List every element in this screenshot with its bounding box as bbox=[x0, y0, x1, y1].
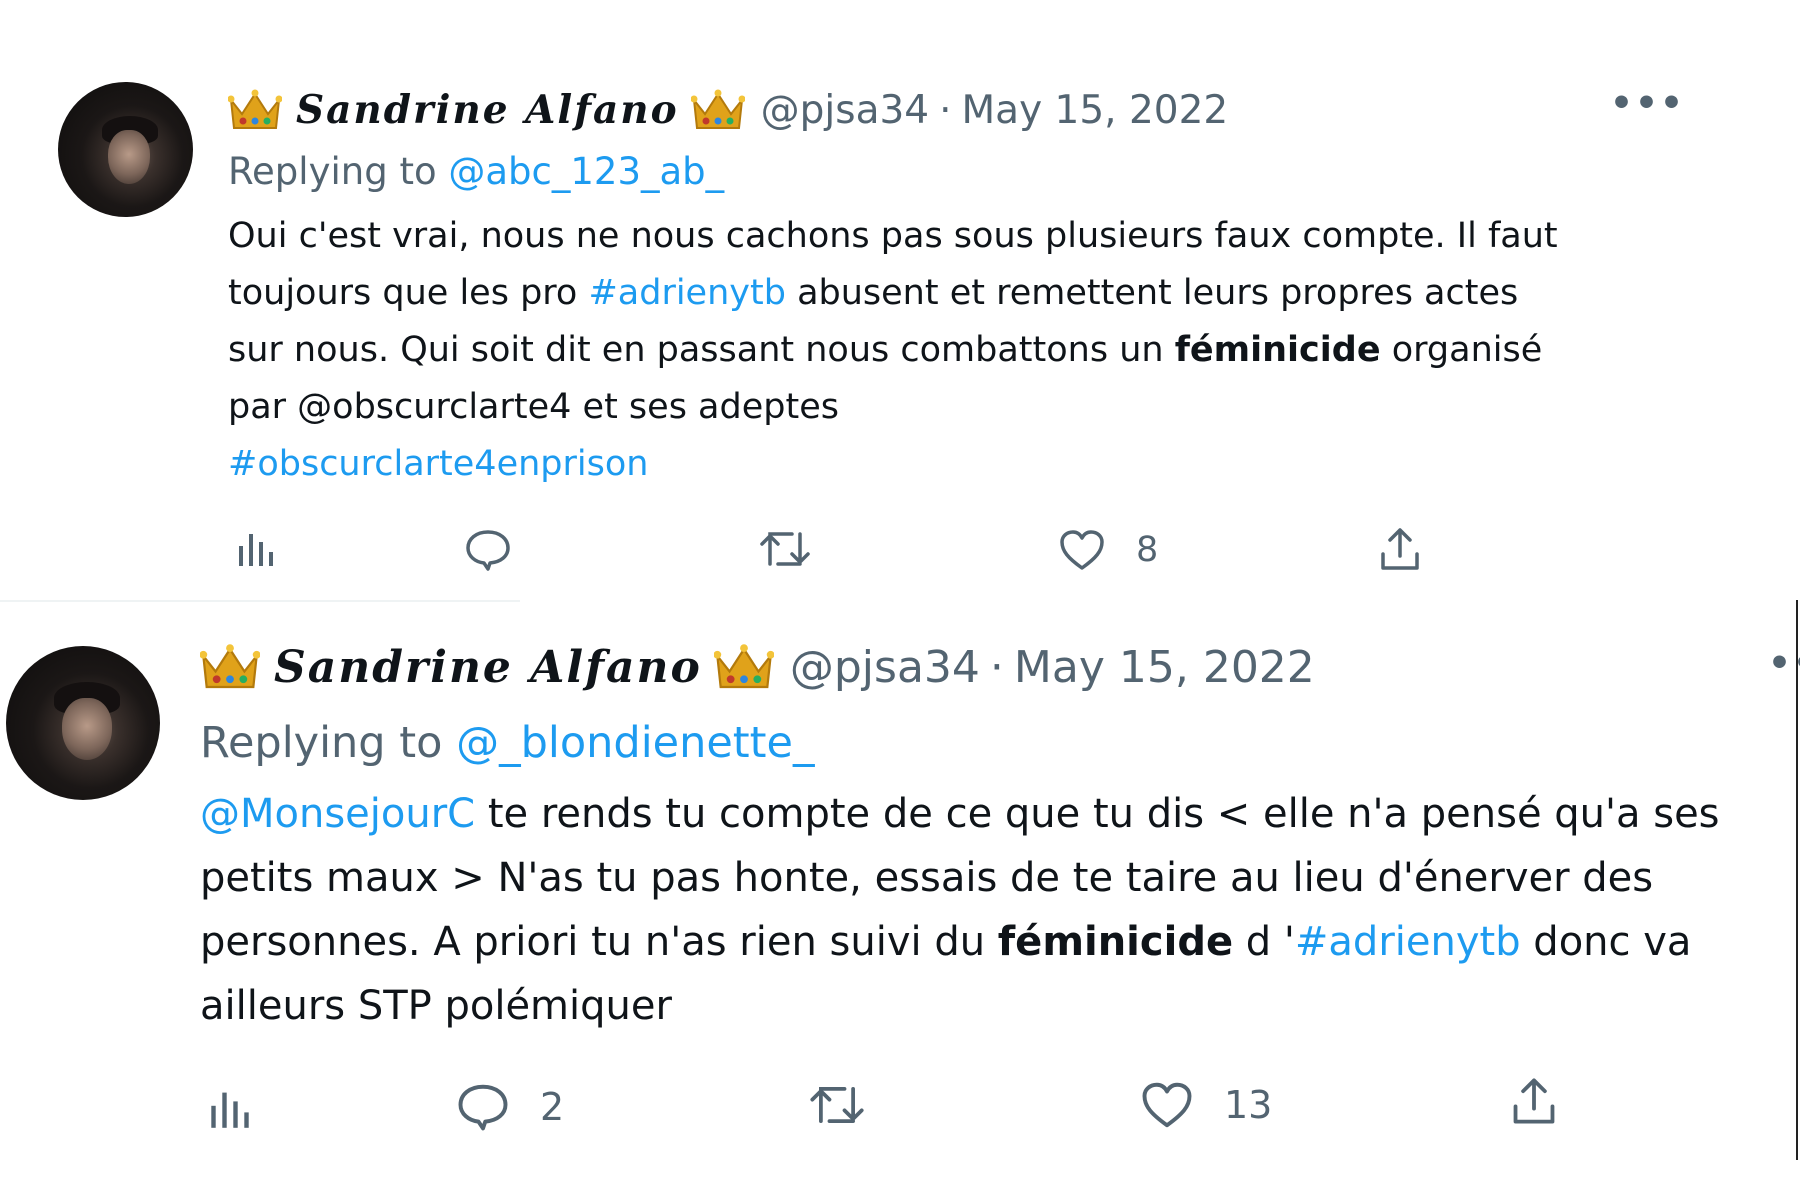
hashtag-link[interactable]: #adrienytb bbox=[1295, 919, 1521, 965]
tweet-text-line: petits maux > N'as tu pas honte, essais … bbox=[200, 855, 1654, 901]
hashtag-link[interactable]: #adrienytb bbox=[588, 273, 785, 313]
crown-emoji-icon bbox=[200, 642, 260, 692]
bold-text: féminicide bbox=[997, 919, 1234, 965]
replying-to-line: Replying to @abc_123_ab_ bbox=[228, 150, 724, 193]
crown-emoji-icon bbox=[713, 642, 774, 692]
tweet-card[interactable]: Sandrine Alfano @pjsa34 · May 15, 2022 •… bbox=[0, 0, 1800, 600]
separator-dot: · bbox=[989, 641, 1004, 693]
retweet-icon bbox=[758, 528, 812, 570]
share-button[interactable] bbox=[1378, 526, 1422, 572]
avatar-face bbox=[62, 698, 112, 760]
avatar[interactable] bbox=[58, 82, 193, 217]
like-button[interactable]: 8 bbox=[1058, 528, 1158, 572]
replying-to-mention[interactable]: @abc_123_ab_ bbox=[448, 150, 724, 193]
like-count: 8 bbox=[1136, 530, 1159, 570]
crown-emoji-icon bbox=[690, 88, 745, 132]
user-handle[interactable]: @pjsa34 bbox=[790, 642, 980, 693]
separator-dot: · bbox=[939, 87, 952, 133]
reply-button[interactable]: 2 bbox=[456, 1082, 564, 1132]
text-run: d ' bbox=[1233, 919, 1295, 965]
reply-button[interactable] bbox=[464, 528, 512, 572]
text-run: sur nous. Qui soit dit en passant nous c… bbox=[228, 330, 1175, 370]
tweet-text-line: sur nous. Qui soit dit en passant nous c… bbox=[228, 322, 1698, 379]
replying-to-prefix: Replying to bbox=[228, 150, 437, 193]
replying-to-mention[interactable]: @_blondienette_ bbox=[456, 718, 814, 768]
tweet-text-line: par @obscurclarte4 et ses adeptes bbox=[228, 387, 839, 427]
bar-chart-icon bbox=[208, 1086, 252, 1130]
text-run: personnes. A priori tu n'as rien suivi d… bbox=[200, 919, 998, 965]
text-run: toujours que les pro bbox=[228, 273, 589, 313]
like-count: 13 bbox=[1224, 1083, 1273, 1127]
panel-edge-line bbox=[1796, 600, 1798, 1160]
heart-icon bbox=[1140, 1080, 1194, 1130]
speech-bubble-icon bbox=[464, 528, 512, 572]
share-upload-icon bbox=[1510, 1076, 1558, 1126]
avatar[interactable] bbox=[6, 646, 160, 800]
tweet-date[interactable]: May 15, 2022 bbox=[962, 88, 1229, 133]
reply-count: 2 bbox=[540, 1085, 565, 1129]
text-run: te rends tu compte de ce que tu dis < el… bbox=[475, 791, 1720, 837]
retweet-icon bbox=[808, 1082, 866, 1128]
tweet-text-line: @MonsejourC te rends tu compte de ce que… bbox=[200, 782, 1790, 846]
views-button[interactable] bbox=[236, 528, 276, 568]
heart-icon bbox=[1058, 528, 1106, 572]
views-button[interactable] bbox=[208, 1086, 252, 1130]
tweet-text-line: Oui c'est vrai, nous ne nous cachons pas… bbox=[228, 216, 1558, 256]
text-run: organisé bbox=[1380, 330, 1543, 370]
more-options-icon[interactable]: ••• bbox=[1610, 86, 1685, 122]
tweet-text-line: ailleurs STP polémiquer bbox=[200, 983, 672, 1029]
replying-to-line: Replying to @_blondienette_ bbox=[200, 718, 814, 768]
user-handle[interactable]: @pjsa34 bbox=[761, 88, 929, 133]
hashtag-link[interactable]: #obscurclarte4enprison bbox=[228, 436, 1698, 493]
share-button[interactable] bbox=[1510, 1076, 1558, 1126]
bold-text: féminicide bbox=[1174, 330, 1381, 370]
tweet-text: Oui c'est vrai, nous ne nous cachons pas… bbox=[228, 208, 1698, 493]
display-name[interactable]: Sandrine Alfano bbox=[296, 87, 679, 133]
text-run: abusent et remettent leurs propres actes bbox=[785, 273, 1519, 313]
speech-bubble-icon bbox=[456, 1082, 510, 1132]
retweet-button[interactable] bbox=[758, 528, 812, 570]
replying-to-prefix: Replying to bbox=[200, 718, 443, 768]
tweet-date[interactable]: May 15, 2022 bbox=[1014, 642, 1315, 693]
tweet-text: @MonsejourC te rends tu compte de ce que… bbox=[200, 782, 1790, 1038]
text-run: donc va bbox=[1520, 919, 1692, 965]
share-upload-icon bbox=[1378, 526, 1422, 572]
tweet-header: Sandrine Alfano @pjsa34 · May 15, 2022 bbox=[200, 634, 1315, 700]
tweet-text-line: toujours que les pro #adrienytb abusent … bbox=[228, 265, 1698, 322]
bar-chart-icon bbox=[236, 528, 276, 568]
crown-emoji-icon bbox=[228, 88, 282, 132]
display-name[interactable]: Sandrine Alfano bbox=[274, 642, 702, 693]
tweet-header: Sandrine Alfano @pjsa34 · May 15, 2022 bbox=[228, 82, 1228, 138]
avatar-face bbox=[108, 130, 150, 184]
tweet-text-line: personnes. A priori tu n'as rien suivi d… bbox=[200, 910, 1790, 974]
retweet-button[interactable] bbox=[808, 1082, 866, 1128]
mention-link[interactable]: @MonsejourC bbox=[200, 791, 475, 837]
like-button[interactable]: 13 bbox=[1140, 1080, 1272, 1130]
tweet-card[interactable]: Sandrine Alfano @pjsa34 · May 15, 2022 •… bbox=[0, 600, 1800, 1200]
